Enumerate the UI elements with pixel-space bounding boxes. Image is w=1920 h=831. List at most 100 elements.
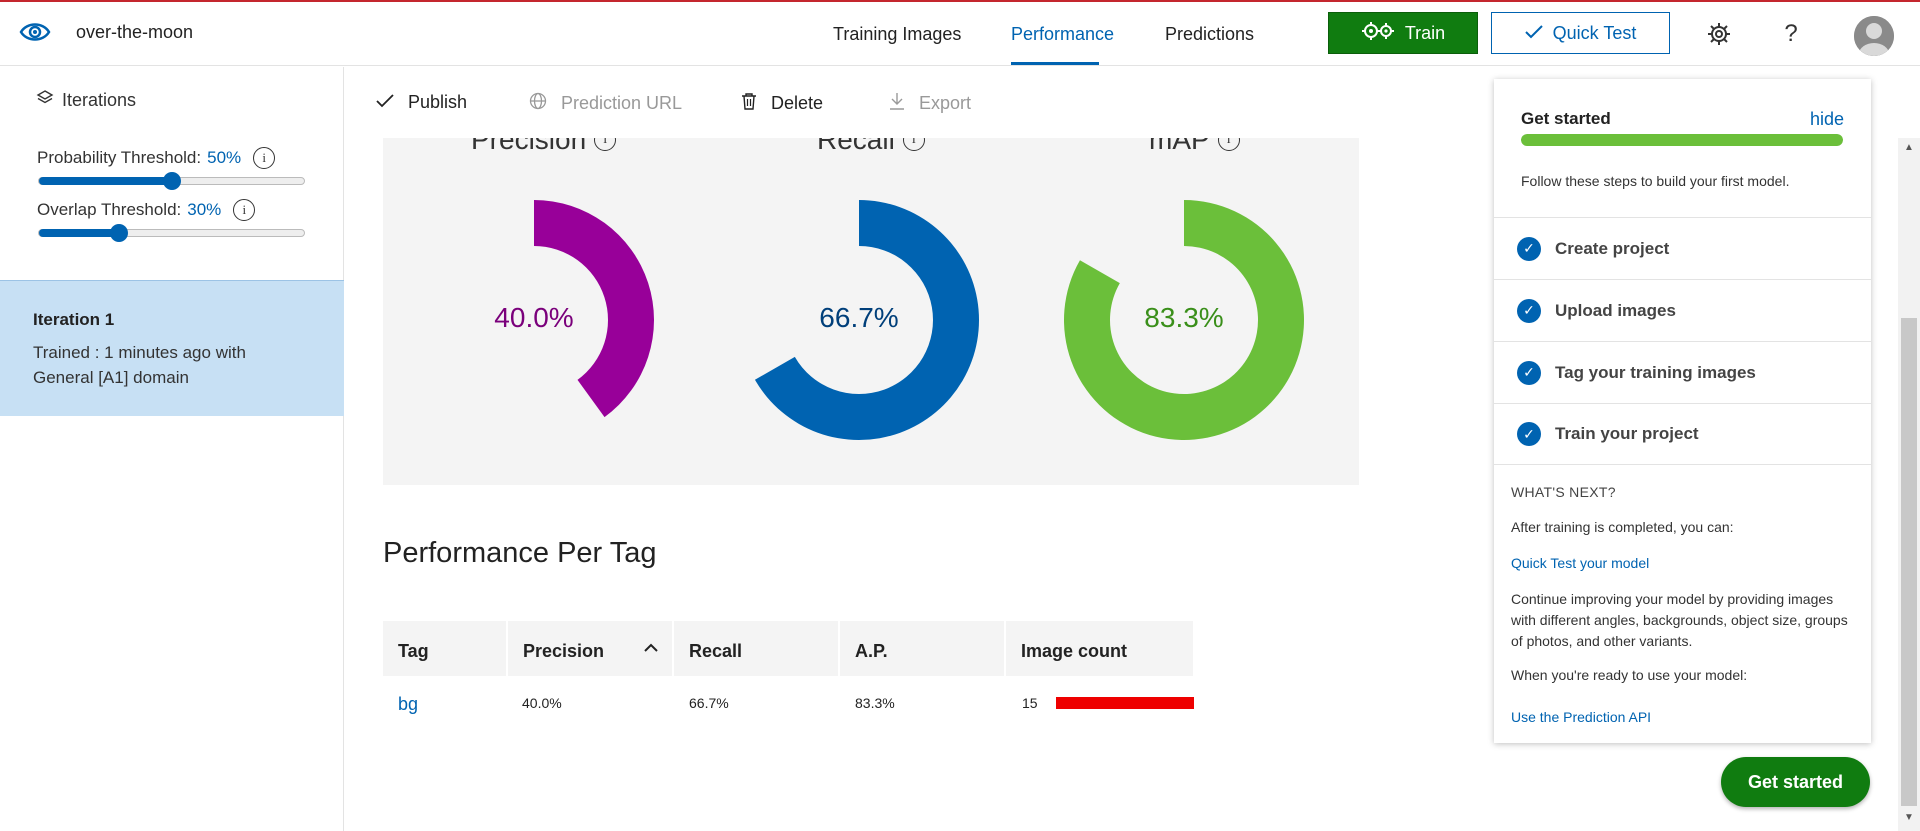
metrics-panel: Precision i Recall i mAP i 40.0% 66.7% 8… — [383, 138, 1359, 485]
step-label: Create project — [1555, 238, 1670, 258]
delete-label: Delete — [771, 93, 824, 113]
info-icon[interactable]: i — [233, 199, 256, 221]
get-started-button[interactable]: Get started — [1721, 757, 1870, 807]
scroll-up-arrow-icon[interactable]: ▲ — [1902, 142, 1916, 156]
step-create-project[interactable]: ✓ Create project — [1494, 217, 1871, 279]
quick-test-label: Quick Test — [1552, 22, 1637, 43]
slider-fill — [39, 177, 172, 185]
map-title-text: mAP — [1149, 138, 1210, 155]
gears-icon — [1361, 21, 1395, 46]
iteration-card[interactable]: Iteration 1 Trained : 1 minutes ago with… — [0, 280, 344, 416]
step-tag-images[interactable]: ✓ Tag your training images — [1494, 341, 1871, 403]
column-header-label: A.P. — [855, 641, 888, 661]
probability-threshold-label: Probability Threshold: 50% i — [37, 147, 276, 169]
recall-title: Recall i — [817, 138, 925, 156]
download-icon — [889, 92, 905, 115]
get-started-title: Get started — [1521, 109, 1611, 128]
column-header-label: Tag — [398, 641, 429, 661]
slider-thumb[interactable] — [109, 224, 128, 242]
performance-per-tag-title: Performance Per Tag — [383, 537, 657, 569]
column-header-label: Precision — [523, 641, 605, 661]
eye-logo-icon[interactable] — [18, 18, 52, 46]
step-label: Upload images — [1555, 300, 1676, 320]
info-icon[interactable]: i — [594, 138, 617, 151]
ready-text: When you're ready to use your model: — [1511, 667, 1748, 683]
prediction-url-label: Prediction URL — [561, 93, 683, 113]
column-header-label: Image count — [1021, 641, 1128, 661]
check-icon — [376, 92, 394, 113]
precision-value: 40.0% — [494, 302, 574, 333]
continue-improving-text: Continue improving your model by providi… — [1511, 591, 1848, 649]
info-icon[interactable]: i — [902, 138, 925, 151]
help-icon[interactable]: ? — [1777, 20, 1805, 48]
check-circle-icon: ✓ — [1517, 360, 1541, 385]
precision-title: Precision i — [471, 138, 617, 156]
avatar[interactable] — [1854, 16, 1894, 56]
scroll-down-arrow-icon[interactable]: ▼ — [1902, 812, 1916, 826]
recall-title-text: Recall — [817, 138, 895, 155]
tag-link[interactable]: bg — [398, 694, 418, 715]
active-tab-indicator — [1011, 62, 1099, 65]
trash-icon — [741, 92, 757, 115]
prediction-url-button[interactable]: Prediction URL — [529, 92, 682, 115]
step-train-project[interactable]: ✓ Train your project — [1494, 403, 1871, 465]
iteration-title: Iteration 1 — [33, 310, 115, 329]
app-header: over-the-moon Training Images Performanc… — [0, 0, 1920, 66]
gear-icon[interactable] — [1705, 20, 1733, 48]
column-header-recall[interactable]: Recall — [674, 621, 838, 676]
get-started-description: Follow these steps to build your first m… — [1521, 173, 1790, 189]
globe-icon — [529, 92, 547, 115]
overlap-threshold-label: Overlap Threshold: 30% i — [37, 199, 256, 221]
after-training-text: After training is completed, you can: — [1511, 519, 1734, 535]
tab-performance[interactable]: Performance — [1011, 24, 1114, 45]
tag-recall: 66.7% — [689, 695, 729, 711]
recall-value: 66.7% — [819, 302, 899, 333]
info-icon[interactable]: i — [253, 147, 276, 169]
iterations-header[interactable]: Iterations — [36, 89, 136, 112]
probability-threshold-slider[interactable] — [38, 172, 305, 190]
overlap-threshold-value: 30% — [187, 200, 222, 219]
publish-button[interactable]: Publish — [376, 92, 467, 113]
map-value: 83.3% — [1144, 302, 1224, 333]
tag-image-count: 15 — [1022, 695, 1038, 711]
sort-ascending-icon — [644, 637, 658, 658]
overlap-threshold-text: Overlap Threshold: — [37, 200, 182, 219]
layers-icon — [36, 89, 54, 112]
column-header-label: Recall — [689, 641, 743, 661]
tab-predictions[interactable]: Predictions — [1165, 24, 1254, 45]
iteration-subtitle: Trained : 1 minutes ago with General [A1… — [33, 343, 246, 387]
column-header-image-count[interactable]: Image count — [1006, 621, 1193, 676]
quick-test-button[interactable]: Quick Test — [1491, 12, 1670, 54]
delete-button[interactable]: Delete — [741, 92, 823, 115]
whats-next-heading: WHAT'S NEXT? — [1511, 484, 1616, 500]
tag-precision: 40.0% — [522, 695, 562, 711]
get-started-panel: Get started hide Follow these steps to b… — [1494, 79, 1871, 743]
image-count-bar — [1056, 697, 1194, 709]
step-label: Train your project — [1555, 424, 1699, 443]
progress-fill — [1521, 134, 1843, 146]
check-circle-icon: ✓ — [1517, 298, 1541, 323]
slider-thumb[interactable] — [162, 172, 181, 190]
scrollbar-thumb[interactable] — [1901, 318, 1917, 806]
check-icon — [1524, 23, 1543, 44]
overlap-threshold-slider[interactable] — [38, 224, 305, 242]
train-label: Train — [1404, 22, 1446, 43]
tab-training-images[interactable]: Training Images — [833, 24, 961, 45]
export-button[interactable]: Export — [889, 92, 971, 115]
project-name[interactable]: over-the-moon — [76, 22, 193, 43]
quick-test-link[interactable]: Quick Test your model — [1511, 553, 1856, 574]
tag-ap: 83.3% — [855, 695, 895, 711]
slider-fill — [39, 229, 119, 237]
step-upload-images[interactable]: ✓ Upload images — [1494, 279, 1871, 341]
column-header-precision[interactable]: Precision — [508, 621, 672, 676]
prediction-api-link[interactable]: Use the Prediction API — [1511, 707, 1856, 728]
map-title: mAP i — [1149, 138, 1240, 156]
column-header-tag[interactable]: Tag — [383, 621, 506, 676]
column-header-ap[interactable]: A.P. — [840, 621, 1004, 676]
train-button[interactable]: Train — [1328, 12, 1478, 54]
export-label: Export — [919, 93, 972, 113]
hide-link[interactable]: hide — [1810, 109, 1844, 130]
info-icon[interactable]: i — [1217, 138, 1240, 151]
check-circle-icon: ✓ — [1517, 236, 1541, 261]
precision-title-text: Precision — [471, 138, 587, 155]
